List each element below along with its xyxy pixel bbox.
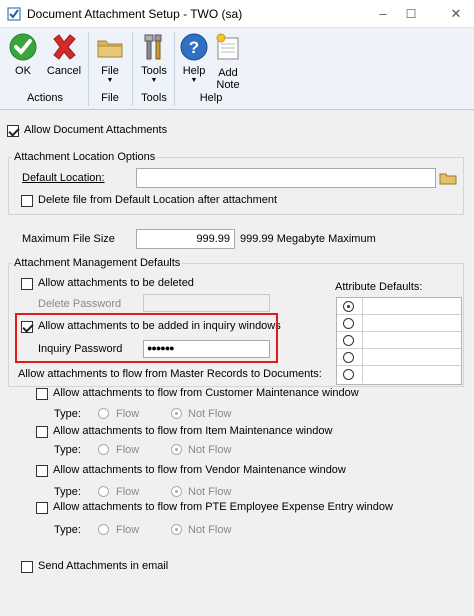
not-flow-radio[interactable] <box>171 486 182 497</box>
flow-vendor-checkbox[interactable] <box>36 465 48 477</box>
help-group-label: Help <box>199 92 223 104</box>
default-location-label: Default Location: <box>22 172 105 184</box>
chevron-down-icon: ▼ <box>106 77 114 84</box>
attribute-defaults-label: Attribute Defaults: <box>335 281 423 293</box>
not-flow-radio[interactable] <box>171 444 182 455</box>
flow-vendor-label: Allow attachments to flow from Vendor Ma… <box>53 464 346 476</box>
tools-icon <box>144 34 162 60</box>
type-label: Type: <box>54 444 81 456</box>
allow-deleted-checkbox[interactable] <box>21 278 33 290</box>
maximize-button[interactable]: ☐ <box>400 4 422 24</box>
actions-group-label: Actions <box>26 92 64 104</box>
not-flow-radio[interactable] <box>171 524 182 535</box>
app-icon <box>7 7 21 21</box>
minimize-button[interactable]: – <box>372 4 394 24</box>
delete-file-label: Delete file from Default Location after … <box>38 194 278 206</box>
not-flow-option-label: Not Flow <box>188 444 232 456</box>
flow-customer-label: Allow attachments to flow from Customer … <box>53 387 359 399</box>
flow-radio[interactable] <box>98 444 109 455</box>
red-highlight-box <box>15 313 278 363</box>
tools-group-label: Tools <box>141 92 167 104</box>
max-file-size-field[interactable]: 999.99 <box>136 229 235 249</box>
management-defaults-group-label: Attachment Management Defaults <box>12 257 183 269</box>
delete-password-field[interactable] <box>143 294 270 312</box>
ok-label: OK <box>15 65 31 77</box>
window-title: Document Attachment Setup - TWO (sa) <box>27 7 243 21</box>
delete-password-label: Delete Password <box>38 298 122 310</box>
not-flow-option-label: Not Flow <box>188 408 232 420</box>
file-label: File <box>101 65 119 77</box>
attribute-radio[interactable] <box>343 369 354 380</box>
svg-text:?: ? <box>189 38 199 57</box>
chevron-down-icon: ▼ <box>190 77 198 84</box>
send-in-email-label: Send Attachments in email <box>38 560 169 572</box>
attribute-radio[interactable] <box>343 318 354 329</box>
cancel-button[interactable]: Cancel <box>44 32 84 77</box>
red-x-icon <box>53 34 76 60</box>
browse-folder-button[interactable] <box>438 168 458 188</box>
folder-icon <box>97 40 123 58</box>
title-bar: Document Attachment Setup - TWO (sa) – ☐… <box>0 0 474 28</box>
flow-item-checkbox[interactable] <box>36 426 48 438</box>
chevron-down-icon: ▼ <box>150 77 158 84</box>
folder-icon <box>439 173 457 185</box>
attribute-defaults-table[interactable] <box>336 297 462 385</box>
flow-item-label: Allow attachments to flow from Item Main… <box>53 425 333 437</box>
max-file-size-label: Maximum File Size <box>22 233 115 245</box>
allow-document-attachments-label: Allow Document Attachments <box>24 124 168 136</box>
ok-button[interactable]: OK <box>6 32 40 77</box>
flow-option-label: Flow <box>116 408 140 420</box>
attribute-row[interactable] <box>337 315 461 332</box>
flow-option-label: Flow <box>116 444 140 456</box>
file-menu-button[interactable]: File ▼ <box>94 32 126 85</box>
flow-heading: Allow attachments to flow from Master Re… <box>18 368 322 380</box>
note-icon <box>216 33 239 60</box>
not-flow-option-label: Not Flow <box>188 486 232 498</box>
flow-customer-checkbox[interactable] <box>36 388 48 400</box>
help-icon: ? <box>180 33 208 61</box>
attribute-radio[interactable] <box>343 335 354 346</box>
allow-document-attachments-checkbox[interactable] <box>7 125 19 137</box>
add-note-label-1: Add <box>218 67 238 79</box>
attribute-radio[interactable] <box>343 352 354 363</box>
help-menu-button[interactable]: ? Help ▼ <box>178 32 210 85</box>
send-in-email-checkbox[interactable] <box>21 561 33 573</box>
allow-deleted-label: Allow attachments to be deleted <box>38 277 194 289</box>
flow-radio[interactable] <box>98 408 109 419</box>
max-file-size-value: 999.99 <box>196 233 230 245</box>
attribute-row[interactable] <box>337 332 461 349</box>
ribbon-separator <box>88 32 89 106</box>
flow-pte-checkbox[interactable] <box>36 502 48 514</box>
type-label: Type: <box>54 486 81 498</box>
cancel-label: Cancel <box>46 65 82 77</box>
type-label: Type: <box>54 524 81 536</box>
file-group-label: File <box>101 92 119 104</box>
attribute-row[interactable] <box>337 298 461 315</box>
ribbon: OK Cancel Actions File ▼ File Tools ▼ To… <box>0 28 474 110</box>
default-location-field[interactable] <box>136 168 436 188</box>
delete-file-checkbox[interactable] <box>21 195 33 207</box>
ribbon-separator <box>174 32 175 106</box>
flow-option-label: Flow <box>116 486 140 498</box>
attribute-row[interactable] <box>337 349 461 366</box>
flow-option-label: Flow <box>116 524 140 536</box>
not-flow-radio[interactable] <box>171 408 182 419</box>
attribute-row[interactable] <box>337 366 461 383</box>
checkmark-icon <box>9 33 37 61</box>
add-note-button[interactable]: Add Note <box>212 32 244 91</box>
flow-radio[interactable] <box>98 486 109 497</box>
attachment-location-group-label: Attachment Location Options <box>12 151 158 163</box>
attribute-radio[interactable] <box>343 301 354 312</box>
type-label: Type: <box>54 408 81 420</box>
flow-radio[interactable] <box>98 524 109 535</box>
tools-menu-button[interactable]: Tools ▼ <box>136 32 172 85</box>
add-note-label-2: Note <box>216 79 240 91</box>
max-file-size-note: 999.99 Megabyte Maximum <box>240 233 376 245</box>
flow-pte-label: Allow attachments to flow from PTE Emplo… <box>53 501 393 513</box>
close-button[interactable]: ✕ <box>445 4 467 24</box>
tools-label: Tools <box>141 65 167 77</box>
not-flow-option-label: Not Flow <box>188 524 232 536</box>
ribbon-separator <box>132 32 133 106</box>
help-label: Help <box>182 65 206 77</box>
